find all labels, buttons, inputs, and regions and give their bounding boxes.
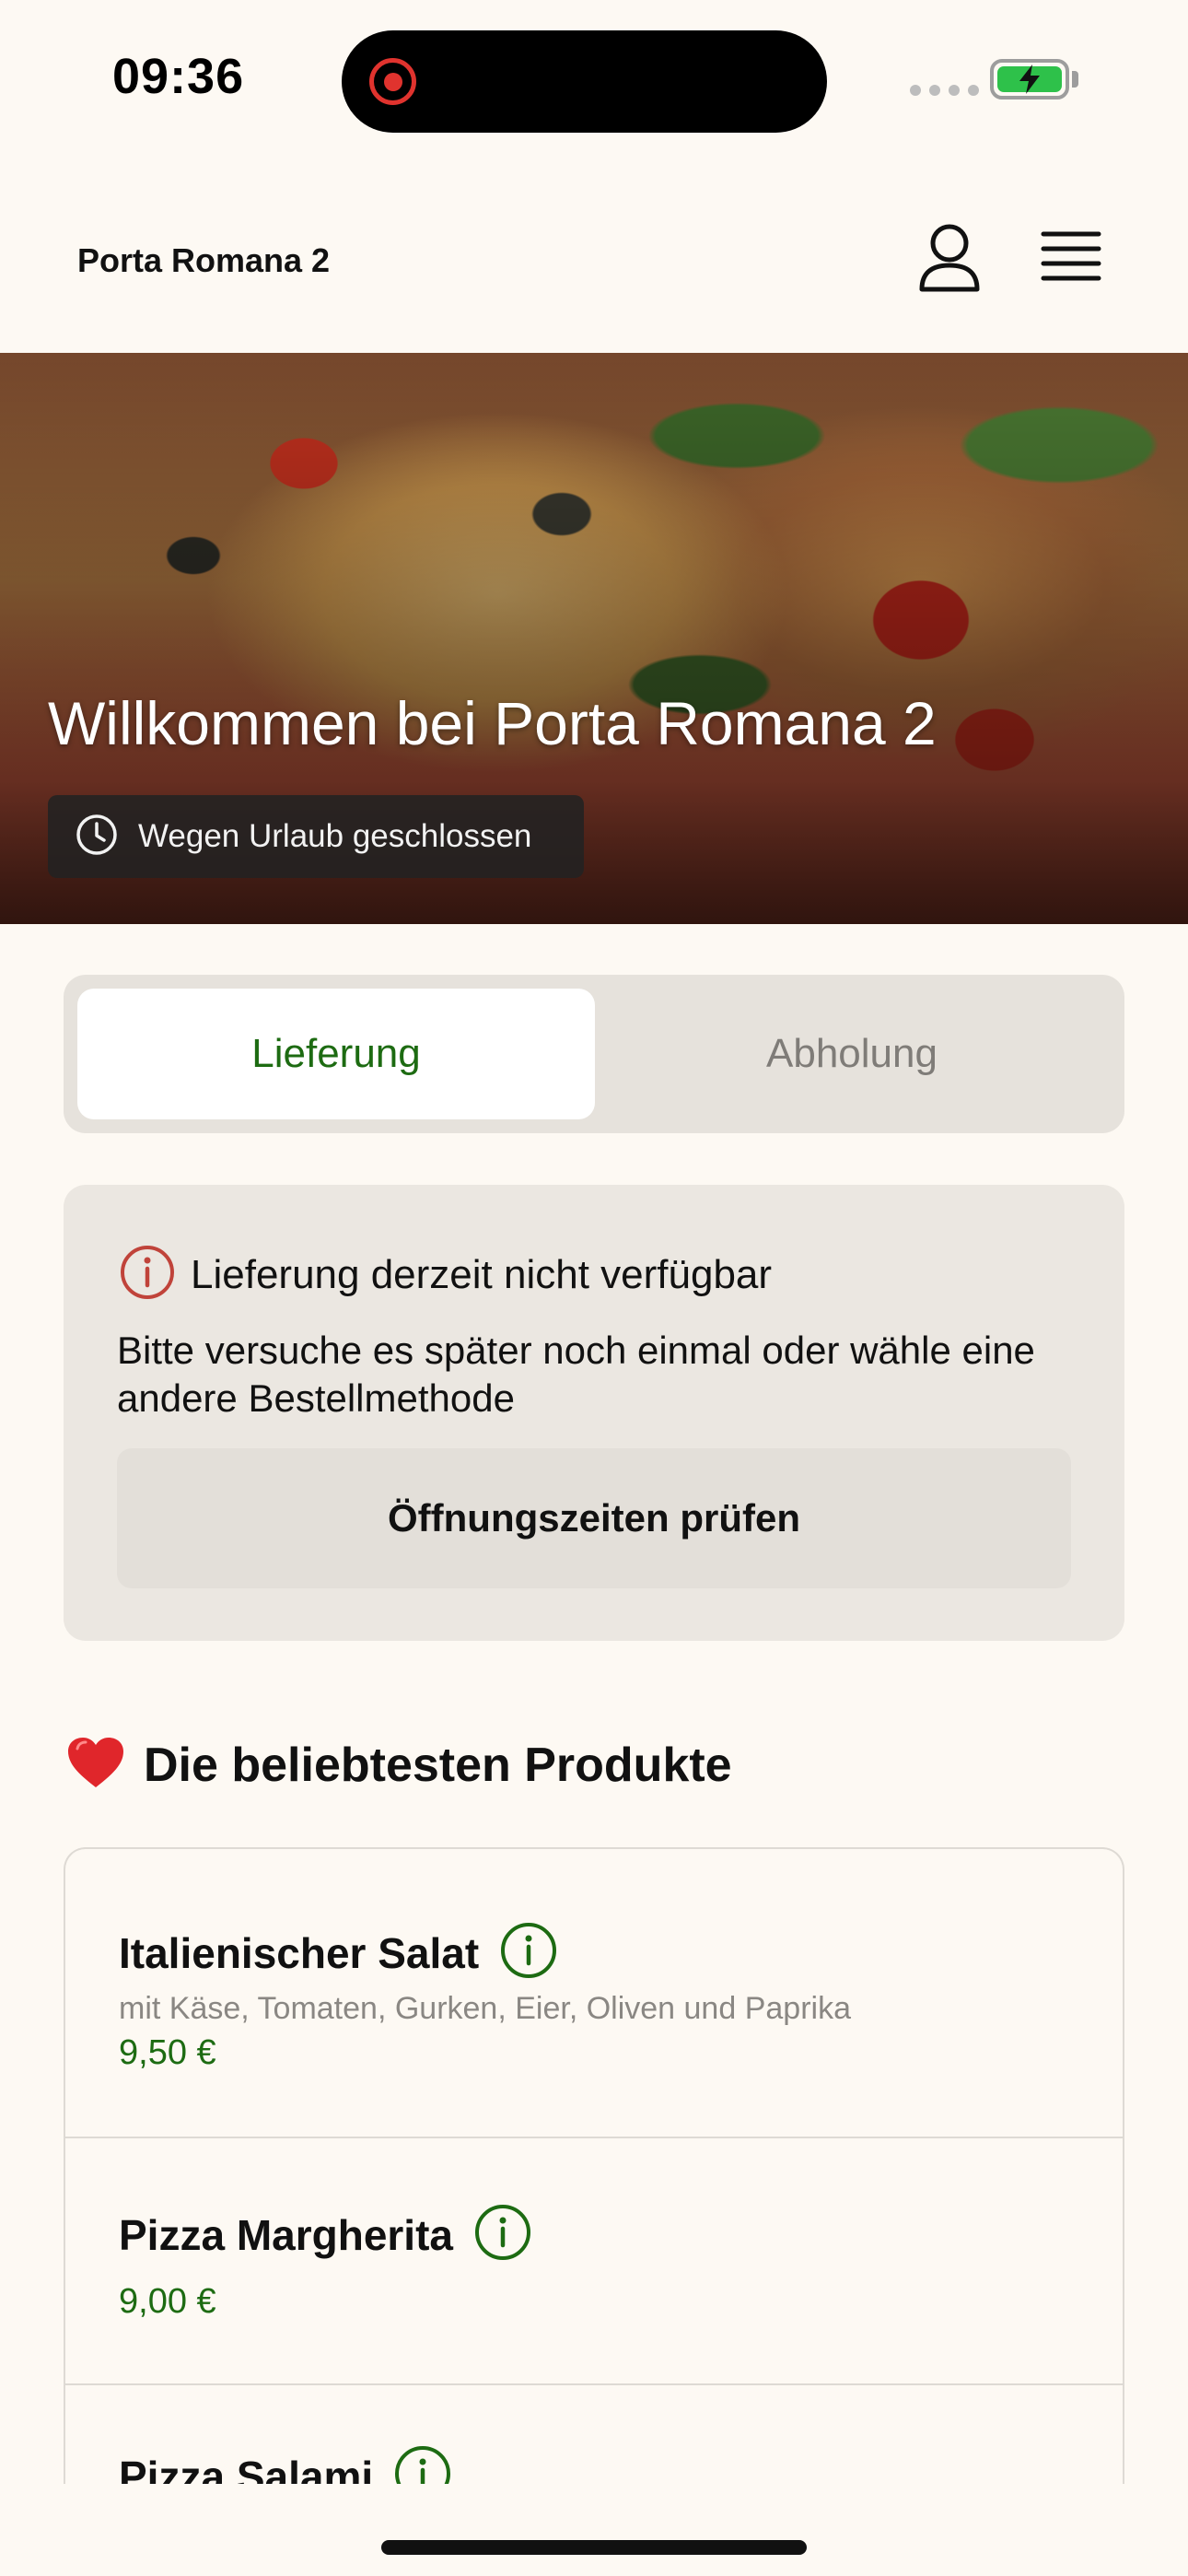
status-bar: 09:36 [0, 0, 1188, 166]
hero-banner: Willkommen bei Porta Romana 2 Wegen Urla… [0, 353, 1188, 924]
screen-recording-icon [369, 58, 416, 105]
delivery-unavailable-notice: Lieferung derzeit nicht verfügbar Bitte … [64, 1185, 1124, 1641]
battery-charging-icon [990, 59, 1069, 100]
status-badge: Wegen Urlaub geschlossen [48, 795, 584, 878]
popular-section-header: Die beliebtesten Produkte [66, 1736, 732, 1794]
home-indicator[interactable] [381, 2540, 807, 2555]
product-name: Pizza Salami [119, 2452, 374, 2485]
tab-delivery[interactable]: Lieferung [77, 989, 595, 1119]
info-icon[interactable] [393, 2444, 452, 2484]
clock-icon [76, 814, 118, 861]
app-header: Porta Romana 2 [0, 166, 1188, 353]
menu-icon[interactable] [1041, 228, 1101, 284]
battery-cap [1072, 71, 1078, 88]
product-price: 9,00 € [119, 2282, 216, 2321]
info-icon[interactable] [499, 1921, 558, 1985]
product-price: 9,50 € [119, 2033, 216, 2072]
signal-icon [910, 85, 979, 96]
info-icon[interactable] [473, 2203, 532, 2266]
section-title: Die beliebtesten Produkte [144, 1738, 732, 1792]
status-label: Wegen Urlaub geschlossen [138, 818, 532, 854]
tab-pickup[interactable]: Abholung [593, 989, 1111, 1119]
welcome-title: Willkommen bei Porta Romana 2 [48, 689, 937, 757]
product-item[interactable]: Pizza Salami [65, 2385, 1123, 2484]
status-time: 09:36 [112, 49, 245, 104]
product-item[interactable]: Italienischer Salat mit Käse, Tomaten, G… [65, 1849, 1123, 2138]
restaurant-name: Porta Romana 2 [77, 241, 331, 279]
user-icon[interactable] [917, 223, 982, 293]
check-opening-hours-button[interactable]: Öffnungszeiten prüfen [117, 1448, 1071, 1588]
dynamic-island [342, 30, 827, 133]
notice-body: Bitte versuche es später noch einmal ode… [117, 1329, 1035, 1420]
product-description: mit Käse, Tomaten, Gurken, Eier, Oliven … [119, 1991, 851, 2026]
product-list: Italienischer Salat mit Käse, Tomaten, G… [64, 1847, 1124, 2484]
info-alert-icon [119, 1244, 176, 1306]
heart-icon [66, 1736, 125, 1794]
notice-header: Lieferung derzeit nicht verfügbar [119, 1244, 772, 1306]
product-name: Italienischer Salat [119, 1928, 480, 1977]
product-name: Pizza Margherita [119, 2210, 453, 2259]
product-item[interactable]: Pizza Margherita 9,00 € [65, 2138, 1123, 2385]
order-mode-toggle: Lieferung Abholung [64, 975, 1124, 1133]
notice-title: Lieferung derzeit nicht verfügbar [191, 1251, 773, 1297]
